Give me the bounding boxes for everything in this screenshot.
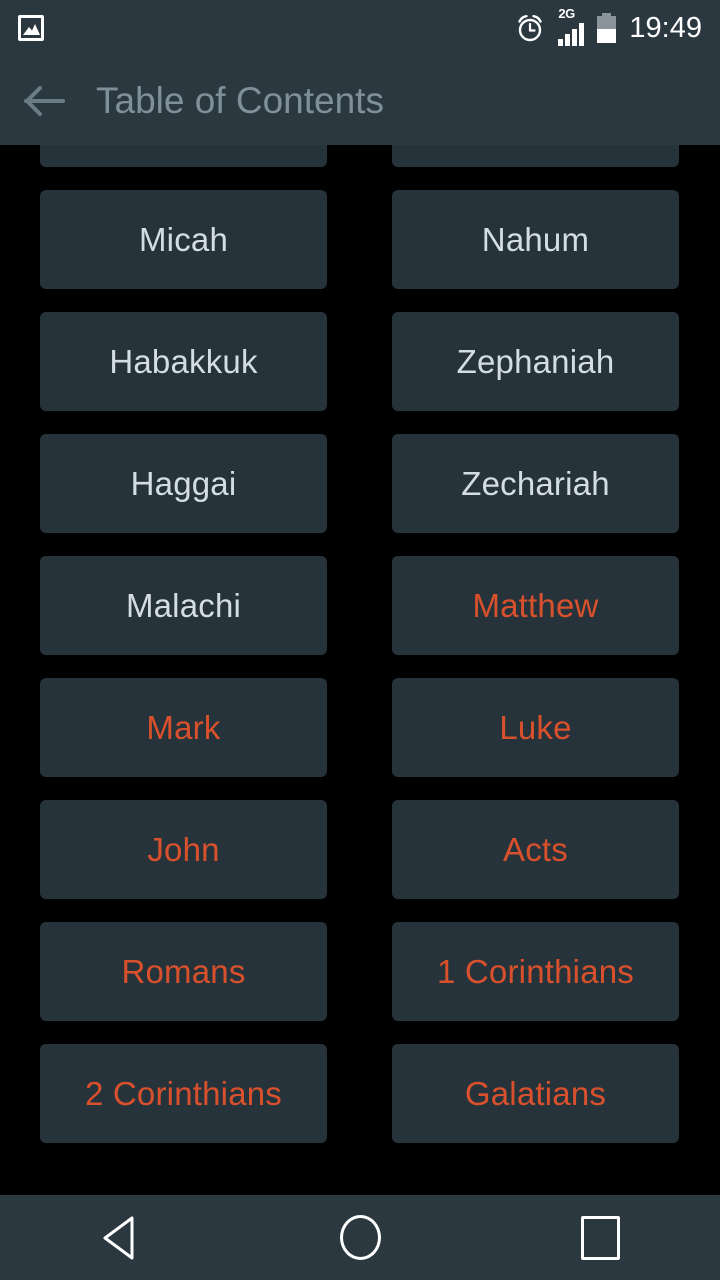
book-label: Haggai (130, 465, 237, 502)
book-label: Zechariah (461, 465, 610, 502)
book-label: Micah (138, 221, 229, 258)
nav-back-button[interactable] (60, 1195, 180, 1280)
table-row: Habakkuk Zephaniah (0, 312, 720, 411)
book-button-haggai[interactable]: Haggai (40, 434, 327, 533)
app-bar: Table of Contents (0, 56, 720, 145)
book-button-luke[interactable]: Luke (392, 678, 679, 777)
book-button-zephaniah[interactable]: Zephaniah (392, 312, 679, 411)
table-row: John Acts (0, 800, 720, 899)
book-button-galatians[interactable]: Galatians (392, 1044, 679, 1143)
table-row: Micah Nahum (0, 190, 720, 289)
book-label: Zephaniah (456, 343, 615, 380)
android-nav-bar (0, 1195, 720, 1280)
book-label: Galatians (464, 1075, 607, 1112)
book-button-2-corinthians[interactable]: 2 Corinthians (40, 1044, 327, 1143)
book-label: Habakkuk (109, 343, 258, 380)
table-row: Malachi Matthew (0, 556, 720, 655)
status-bar-clock: 19:49 (629, 11, 702, 44)
book-grid: Obadiah Jonah Micah Nahum Habakkuk Zepha… (0, 145, 720, 1195)
book-button-malachi[interactable]: Malachi (40, 556, 327, 655)
book-label: John (147, 831, 220, 868)
back-arrow-icon (24, 85, 65, 116)
book-button-nahum[interactable]: Nahum (392, 190, 679, 289)
battery-fill (597, 29, 617, 43)
signal-bar-1 (558, 39, 564, 46)
book-button-micah[interactable]: Micah (40, 190, 327, 289)
table-row: Obadiah Jonah (0, 145, 720, 167)
book-button-acts[interactable]: Acts (392, 800, 679, 899)
network-type-label: 2G (558, 6, 575, 21)
table-row: Haggai Zechariah (0, 434, 720, 533)
back-button[interactable] (0, 56, 88, 145)
nav-home-button[interactable] (300, 1195, 420, 1280)
book-label: 2 Corinthians (84, 1075, 283, 1112)
status-bar: 2G 19:49 (0, 0, 720, 56)
book-button-mark[interactable]: Mark (40, 678, 327, 777)
book-label: Romans (121, 953, 246, 990)
book-button-jonah[interactable]: Jonah (392, 145, 679, 167)
book-label: Mark (146, 709, 221, 746)
book-button-1-corinthians[interactable]: 1 Corinthians (392, 922, 679, 1021)
square-icon (580, 1215, 620, 1260)
table-row: Romans 1 Corinthians (0, 922, 720, 1021)
nav-recents-button[interactable] (540, 1195, 660, 1280)
signal-bar-4 (579, 23, 585, 46)
book-label: Nahum (481, 221, 590, 258)
table-row: 2 Corinthians Galatians (0, 1044, 720, 1143)
alarm-clock-icon (518, 15, 543, 42)
status-bar-left (18, 15, 44, 41)
photo-notification-icon (18, 15, 44, 41)
book-button-zechariah[interactable]: Zechariah (392, 434, 679, 533)
battery-icon (597, 13, 617, 43)
book-label: Luke (499, 709, 572, 746)
status-bar-right: 2G 19:49 (515, 6, 702, 46)
book-button-romans[interactable]: Romans (40, 922, 327, 1021)
book-button-matthew[interactable]: Matthew (392, 556, 679, 655)
signal-bar-3 (572, 29, 578, 46)
book-button-john[interactable]: John (40, 800, 327, 899)
circle-icon (339, 1215, 381, 1260)
book-button-obadiah[interactable]: Obadiah (40, 145, 327, 167)
triangle-left-icon (103, 1216, 134, 1259)
book-label: Acts (503, 831, 568, 868)
book-grid-inner: Obadiah Jonah Micah Nahum Habakkuk Zepha… (0, 145, 720, 1166)
table-row: Mark Luke (0, 678, 720, 777)
signal-bars-icon: 2G (558, 6, 585, 46)
signal-bar-2 (565, 34, 571, 46)
book-button-habakkuk[interactable]: Habakkuk (40, 312, 327, 411)
book-label: 1 Corinthians (436, 953, 635, 990)
book-label: Matthew (472, 587, 599, 624)
page-title: Table of Contents (96, 80, 384, 121)
book-label: Malachi (125, 587, 242, 624)
